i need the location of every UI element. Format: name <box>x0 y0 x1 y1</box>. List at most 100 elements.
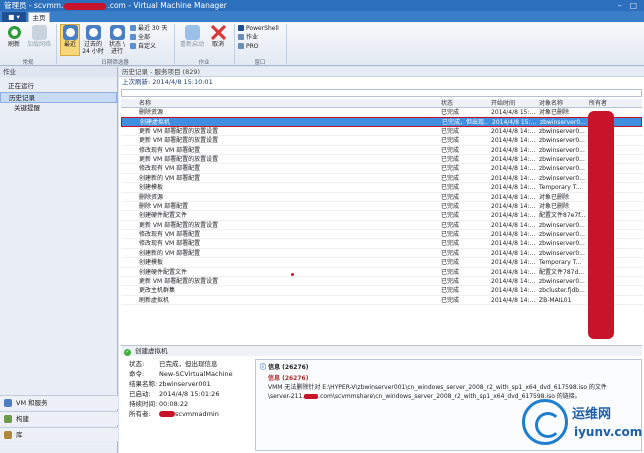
pro-item[interactable]: PRO <box>238 43 259 51</box>
nav-item-critical[interactable]: 关键提醒 <box>0 103 117 114</box>
row-name: 创建新的 VM 部署配置 <box>139 249 201 257</box>
row-object-name: 对象已删除 <box>539 193 570 201</box>
row-status: 已完成 <box>441 278 460 286</box>
redaction-mark <box>64 2 107 10</box>
restart-button[interactable]: 重新启动 <box>178 25 206 48</box>
table-row[interactable]: ✓删除 VM 部署配置已完成2014/4/8 14:...对象已删除 <box>121 202 642 212</box>
table-row[interactable]: ✓删除资源已完成2014/4/8 14:...对象已删除 <box>121 193 642 202</box>
row-status: 已完成 <box>441 137 460 145</box>
ribbon-separator <box>174 24 175 64</box>
row-name: 删除 VM 部署配置 <box>139 202 189 210</box>
row-name: 更新 VM 部署配置的放置设置 <box>139 278 219 286</box>
table-row[interactable]: ✓创建模板已完成2014/4/8 14:...Temporary T... <box>121 183 642 193</box>
detail-value: 2014/4/8 15:01:26 <box>159 390 220 398</box>
nav-bottom-fabric[interactable]: 构建 <box>0 411 118 425</box>
row-status: 已完成 <box>441 193 460 201</box>
table-row[interactable]: ✓创建模板已完成2014/4/8 14:...Temporary T... <box>121 258 642 268</box>
row-start-time: 2014/4/8 14:... <box>491 212 535 220</box>
tab-home[interactable]: 主页 <box>28 12 50 22</box>
row-status: 已完成 <box>441 165 460 173</box>
detail-value: 已完成，但出现信息 <box>159 360 218 368</box>
table-row[interactable]: ✓创建新的 VM 部署配置已完成2014/4/8 14:...zbwinserv… <box>121 249 642 259</box>
vm-services-icon <box>4 399 12 407</box>
detail-value: New-SCVirtualMachine <box>159 370 233 378</box>
row-start-time: 2014/4/8 14:... <box>491 278 535 286</box>
column-header-status[interactable]: 状态 <box>441 99 487 108</box>
row-start-time: 2014/4/8 14:... <box>491 127 535 135</box>
calendar-custom-icon <box>130 43 136 49</box>
nav-bottom-vms[interactable]: VM 和服务 <box>0 395 118 409</box>
custom-item[interactable]: 自定义 <box>130 43 156 51</box>
running-filter-button[interactable]: 状态 \ 进行 <box>106 25 128 55</box>
column-header-start[interactable]: 开始时间 <box>491 99 535 108</box>
table-row[interactable]: ✓修改现有 VM 部署配置已完成2014/4/8 14:...zbwinserv… <box>121 230 642 240</box>
table-row[interactable]: ✓更新 VM 部署配置的放置设置已完成2014/4/8 14:...zbwins… <box>121 127 642 137</box>
detail-duration-row: 持续时间: 00:08:22 <box>121 399 251 409</box>
file-menu-button[interactable]: ■ ▾ <box>2 12 26 22</box>
library-icon <box>4 431 12 439</box>
last-24h-button[interactable]: 过去的 24 小时 <box>82 25 104 55</box>
row-status: 已完成 <box>441 127 460 135</box>
last-30-days-item[interactable]: 最近 30 天 <box>130 25 167 33</box>
table-row[interactable]: ✓修改现有 VM 部署配置已完成2014/4/8 14:...zbwinserv… <box>121 146 642 155</box>
pro-label: PRO <box>246 43 259 50</box>
refresh-button[interactable]: 刷新 <box>3 25 25 48</box>
nav-item-critical-label: 关键提醒 <box>14 104 40 112</box>
detail-key: 所有者: <box>129 410 151 418</box>
table-row[interactable]: ✓创建硬件配置文件已完成2014/4/8 14:...配置文件87e7f... <box>121 211 642 221</box>
row-start-time: 2014/4/8 14:... <box>491 221 535 229</box>
row-object-name: 配置文件87e7f... <box>539 212 586 220</box>
row-start-time: 2014/4/8 14:... <box>491 240 535 248</box>
nav-item-running[interactable]: 正在运行 <box>0 81 117 92</box>
row-status: 已完成 <box>441 268 460 276</box>
cancel-button[interactable]: 取消 <box>208 25 228 48</box>
watermark-cn: 运维网 <box>572 407 612 422</box>
column-header-owner[interactable]: 所有者 <box>589 99 639 108</box>
recent-filter-button[interactable]: 最近 <box>60 24 80 56</box>
table-row[interactable]: ✓创建虚拟机已完成，但出现...2014/4/8 15:...zbwinserv… <box>121 117 642 127</box>
powershell-icon <box>238 25 244 31</box>
detail-value: zbwinserver001 <box>159 380 211 388</box>
search-input[interactable] <box>121 89 642 97</box>
table-row[interactable]: ✓更新 VM 部署配置的放置设置已完成2014/4/8 14:...zbwins… <box>121 155 642 165</box>
table-row[interactable]: ✓更新 VM 部署配置的放置设置已完成2014/4/8 14:...zbwins… <box>121 136 642 146</box>
nav-bottom-library[interactable]: 库 <box>0 427 118 441</box>
row-start-time: 2014/4/8 14:... <box>491 202 535 210</box>
row-object-name: 对象已删除 <box>539 202 570 210</box>
all-item[interactable]: 全部 <box>130 34 150 42</box>
table-row[interactable]: ✓刷新虚拟机已完成2014/4/8 14:...ZB-MAIL01 <box>121 296 642 306</box>
table-row[interactable]: ✓更改主机群集已完成2014/4/8 14:...zbcluster.fjdb.… <box>121 286 642 296</box>
nav-item-history[interactable]: 历史记录 <box>0 92 117 103</box>
row-object-name: zbcluster.fjdb... <box>539 287 585 295</box>
row-status: 已完成 <box>441 146 460 154</box>
column-header-name[interactable]: 名称 <box>139 99 437 108</box>
table-row[interactable]: ✓更新 VM 部署配置的放置设置已完成2014/4/8 14:...zbwins… <box>121 221 642 231</box>
red-dot <box>291 273 294 276</box>
row-name: 删除资源 <box>139 109 164 116</box>
jobs-grid: 名称 状态 开始时间 对象名称 所有者 ✓删除资源已完成2014/4/8 15:… <box>121 99 642 306</box>
row-name: 更新 VM 部署配置的放置设置 <box>139 155 219 163</box>
jobs-item[interactable]: 作业 <box>238 34 258 42</box>
row-name: 删除资源 <box>139 193 164 201</box>
row-start-time: 2014/4/8 14:... <box>491 231 535 239</box>
all-label: 全部 <box>138 34 151 41</box>
row-status: 已完成 <box>441 109 460 116</box>
running-filter-label: 状态 \ 进行 <box>109 41 125 55</box>
table-row[interactable]: ✓删除资源已完成2014/4/8 15:...对象已删除 <box>121 108 642 118</box>
table-row[interactable]: ✓修改现有 VM 部署配置已完成2014/4/8 14:...zbwinserv… <box>121 239 642 249</box>
row-status: 已完成 <box>441 155 460 163</box>
table-row[interactable]: ✓创建硬件配置文件已完成2014/4/8 14:...配置文件787d... <box>121 268 642 278</box>
table-row[interactable]: ✓创建新的 VM 部署配置已完成2014/4/8 14:...zbwinserv… <box>121 174 642 184</box>
detail-command-row: 命令: New-SCVirtualMachine <box>121 369 251 379</box>
column-header-object[interactable]: 对象名称 <box>539 99 587 108</box>
row-name: 修改现有 VM 部署配置 <box>139 165 201 173</box>
main-header: 历史记录 - 服务项目 (829) <box>119 67 644 77</box>
row-name: 修改现有 VM 部署配置 <box>139 231 201 239</box>
row-status: 已完成 <box>441 202 460 210</box>
powershell-item[interactable]: PowerShell <box>238 25 279 33</box>
table-row[interactable]: ✓更新 VM 部署配置的放置设置已完成2014/4/8 14:...zbwins… <box>121 277 642 287</box>
detail-owner-value: scvmmadmin <box>175 410 219 418</box>
table-row[interactable]: ✓修改现有 VM 部署配置已完成2014/4/8 14:...zbwinserv… <box>121 164 642 174</box>
row-object-name: zbwinserver0... <box>539 240 585 248</box>
add-network-button[interactable]: 加载网络 <box>26 25 52 48</box>
